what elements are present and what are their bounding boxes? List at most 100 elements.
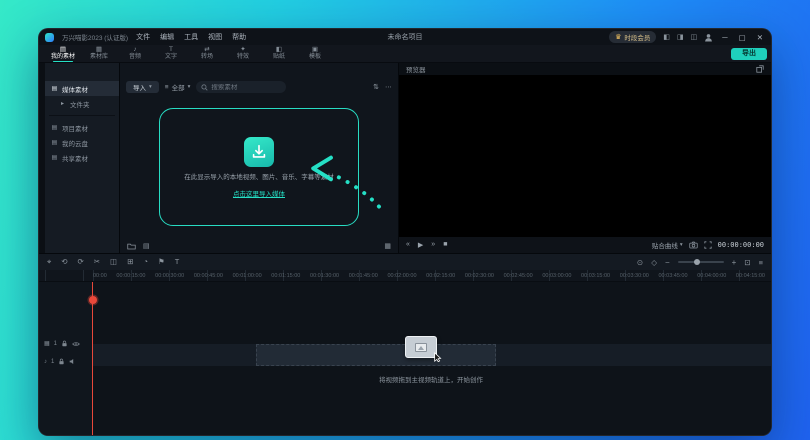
timeline-tool-icon[interactable]: ⟲ <box>61 257 67 267</box>
list-view-icon[interactable]: ▤ <box>143 242 150 250</box>
import-button[interactable]: 导入 ▾ <box>126 81 159 93</box>
fit-dropdown[interactable]: 贴合曲线 ▾ <box>652 240 683 250</box>
layout-default-icon[interactable]: ◧ <box>663 33 670 41</box>
ruler-tick[interactable]: 00:00:45:00 <box>194 273 223 279</box>
ruler-tick[interactable]: 00:01:30:00 <box>310 273 339 279</box>
timeline-tools-left: ⌖ ⟲ ⟳ ✂ ◫ ⊞ ◔ ⚑ T <box>47 257 179 267</box>
ruler-tick[interactable]: 00:03:30:00 <box>620 273 649 279</box>
more-options-icon[interactable]: ⋯ <box>385 83 392 91</box>
timeline-tool-icon[interactable]: ✂ <box>94 257 100 267</box>
tab-text[interactable]: T 文字 <box>155 45 187 62</box>
fit-timeline-icon[interactable]: ⊡ <box>744 258 750 267</box>
layout-stacked-icon[interactable]: ◫ <box>691 33 698 41</box>
membership-badge[interactable]: ♛ 时段会员 <box>609 31 657 43</box>
timeline-tool-icon[interactable]: ⌖ <box>47 257 51 267</box>
zoom-in-icon[interactable]: + <box>732 258 737 267</box>
playhead-knob[interactable] <box>88 296 97 304</box>
sidebar-item-project-media[interactable]: ▤ 项目素材 <box>45 120 119 135</box>
transport-icon[interactable]: ▶ <box>418 241 423 249</box>
add-folder-icon[interactable] <box>127 242 136 250</box>
sort-icon[interactable]: ⇅ <box>373 83 379 91</box>
zoom-out-icon[interactable]: − <box>665 258 670 267</box>
eye-icon[interactable] <box>72 341 80 347</box>
preview-screen[interactable] <box>399 75 771 237</box>
transport-icon[interactable]: ■ <box>443 241 447 249</box>
menu-view[interactable]: 视图 <box>208 32 222 42</box>
timeline-tool-icon[interactable]: T <box>175 257 180 267</box>
tab-my-media[interactable]: ▤ 我的素材 <box>47 45 79 62</box>
detach-preview-icon[interactable] <box>756 65 764 73</box>
ruler-tick[interactable]: 00:02:00:00 <box>387 273 416 279</box>
user-avatar-icon[interactable] <box>704 33 713 42</box>
import-dropzone[interactable]: 在此显示导入的本地视频、图片、音乐、字幕等素材 点击这里导入媒体 <box>159 108 359 226</box>
filter-dropdown[interactable]: ≡ 全部 ▾ <box>165 81 191 93</box>
my-media-icon: ▤ <box>59 46 67 53</box>
ruler-tick[interactable]: 00:04:00:00 <box>697 273 726 279</box>
transport-icon[interactable]: » <box>431 241 435 249</box>
export-button[interactable]: 导出 <box>731 47 767 60</box>
maximize-button[interactable]: ▢ <box>737 33 748 42</box>
ruler-tick[interactable]: 00:01:45:00 <box>349 273 378 279</box>
layout-wide-icon[interactable]: ◨ <box>677 33 684 41</box>
timeline-menu-icon[interactable]: ≡ <box>759 258 763 267</box>
media-toolbar: 导入 ▾ ≡ 全部 ▾ ⇅ ⋯ <box>120 79 398 95</box>
menu-file[interactable]: 文件 <box>136 32 150 42</box>
filter-icon: ≡ <box>164 83 169 91</box>
search-input[interactable] <box>211 83 282 91</box>
tab-stickers[interactable]: ◧ 贴纸 <box>263 45 295 62</box>
ruler-tick[interactable]: 00:01:15:00 <box>271 273 300 279</box>
preview-header: 预览器 <box>399 63 771 75</box>
ruler-tick[interactable]: 00:02:30:00 <box>465 273 494 279</box>
minimize-button[interactable]: ─ <box>720 33 729 42</box>
track-header-column: ▦ 1 ♪ 1 <box>39 282 93 435</box>
menu-tools[interactable]: 工具 <box>184 32 198 42</box>
ruler-tick[interactable]: 00:01:00:00 <box>233 273 262 279</box>
tab-audio[interactable]: ♪ 音频 <box>119 45 151 62</box>
tab-transitions[interactable]: ⇄ 转场 <box>191 45 223 62</box>
ruler-tick[interactable]: 00:03:00:00 <box>542 273 571 279</box>
timeline-tool-icon[interactable]: ⟳ <box>78 257 84 267</box>
lock-icon[interactable] <box>61 340 68 347</box>
timeline-tool-icon[interactable]: ◫ <box>110 257 117 267</box>
snap-icon[interactable]: ⊙ <box>637 258 643 267</box>
timeline-tool-icon[interactable]: ⊞ <box>127 257 133 267</box>
ruler-tick[interactable]: 00:02:45:00 <box>504 273 533 279</box>
timeline-tool-icon[interactable]: ⚑ <box>158 257 165 267</box>
ruler-tick[interactable]: 00:03:45:00 <box>658 273 687 279</box>
fullscreen-icon[interactable] <box>704 241 712 249</box>
tab-templates[interactable]: ▣ 模板 <box>299 45 331 62</box>
dropzone-area: 在此显示导入的本地视频、图片、音乐、字幕等素材 点击这里导入媒体 <box>120 95 398 239</box>
speaker-icon[interactable] <box>69 358 76 365</box>
playhead-line[interactable] <box>91 282 93 435</box>
audio-track-header: ♪ 1 <box>44 358 76 365</box>
sidebar-item-media[interactable]: ▤ 媒体素材 <box>45 81 119 96</box>
ruler-tick[interactable]: 00:04:15:00 <box>736 273 765 279</box>
ruler-tick[interactable]: 00:00:30:00 <box>155 273 184 279</box>
transport-icon[interactable]: « <box>406 241 410 249</box>
ruler-tick[interactable]: 00:02:15:00 <box>426 273 455 279</box>
drop-target-band[interactable] <box>256 344 496 366</box>
timeline-tool-icon[interactable]: ◔ <box>144 257 149 267</box>
sidebar-item-shared[interactable]: ▤ 共享素材 <box>45 150 119 165</box>
import-media-link[interactable]: 点击这里导入媒体 <box>233 188 285 198</box>
timeline-toolbar: ⌖ ⟲ ⟳ ✂ ◫ ⊞ ◔ ⚑ T ⊙ ◇ − + ⊡ ≡ <box>39 254 771 270</box>
ruler-tick[interactable]: 00:00 <box>93 273 107 279</box>
zoom-slider[interactable] <box>677 259 724 265</box>
audio-track-icon: ♪ <box>44 358 47 365</box>
snapshot-camera-icon[interactable] <box>689 241 698 249</box>
sidebar-item-cloud[interactable]: ▤ 我的云盘 <box>45 135 119 150</box>
close-button[interactable]: ✕ <box>755 33 765 42</box>
menu-help[interactable]: 帮助 <box>232 32 246 42</box>
lock-icon[interactable] <box>58 358 65 365</box>
timeline-ruler[interactable]: 00:00 00:00:15:00 00:00:30:00 00:00:45:00 00… <box>39 270 771 282</box>
ruler-tick[interactable]: 00:03:15:00 <box>581 273 610 279</box>
shared-media-icon: ▤ <box>51 155 58 161</box>
keyframe-icon[interactable]: ◇ <box>651 258 657 267</box>
ruler-tick[interactable]: 00:00:15:00 <box>116 273 145 279</box>
sidebar-item-folder[interactable]: ▸ 文件夹 <box>45 96 119 111</box>
menu-edit[interactable]: 编辑 <box>160 32 174 42</box>
tab-effects[interactable]: ✦ 特效 <box>227 45 259 62</box>
tab-stock-media[interactable]: ▦ 素材库 <box>83 45 115 62</box>
transport-controls: « ▶ » ■ <box>406 241 447 249</box>
grid-view-icon[interactable]: ▦ <box>384 242 391 250</box>
